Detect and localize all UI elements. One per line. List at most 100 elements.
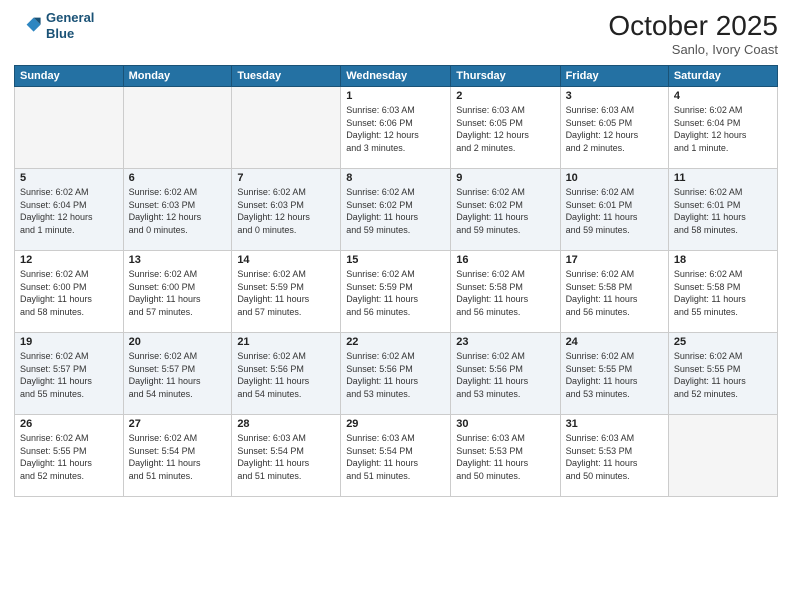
- day-info: Sunrise: 6:02 AM Sunset: 6:01 PM Dayligh…: [566, 186, 663, 236]
- day-info: Sunrise: 6:02 AM Sunset: 5:55 PM Dayligh…: [20, 432, 118, 482]
- col-sunday: Sunday: [15, 66, 124, 87]
- table-row: 4Sunrise: 6:02 AM Sunset: 6:04 PM Daylig…: [668, 87, 777, 169]
- table-row: 21 Sunrise: 6:02 AM Sunset: 5:56 PM Dayli…: [232, 333, 341, 415]
- day-info: Sunrise: 6:02 AM Sunset: 5:58 PM Dayligh…: [566, 268, 663, 318]
- table-row: [15, 87, 124, 169]
- table-row: 15Sunrise: 6:02 AM Sunset: 5:59 PM Dayli…: [341, 251, 451, 333]
- table-row: 18 Sunrise: 6:02 AM Sunset: 5:58 PM Dayli…: [668, 251, 777, 333]
- day-number: 9: [456, 172, 554, 184]
- day-number: 26: [20, 418, 118, 430]
- table-row: 31Sunrise: 6:03 AM Sunset: 5:53 PM Dayli…: [560, 415, 668, 497]
- calendar-week-row: 12 Sunrise: 6:02 AM Sunset: 6:00 PM Dayli…: [15, 251, 778, 333]
- day-number: 20: [129, 336, 227, 348]
- day-number: 4: [674, 90, 772, 102]
- day-number: 1: [346, 90, 445, 102]
- day-number: 21: [237, 336, 335, 348]
- day-number: 14: [237, 254, 335, 266]
- col-friday: Friday: [560, 66, 668, 87]
- title-block: October 2025 Sanlo, Ivory Coast: [608, 10, 778, 57]
- day-number: 19: [20, 336, 118, 348]
- day-info: Sunrise: 6:02 AM Sunset: 5:58 PM Dayligh…: [456, 268, 554, 318]
- day-number: 6: [129, 172, 227, 184]
- day-info: Sunrise: 6:02 AM Sunset: 6:02 PM Dayligh…: [346, 186, 445, 236]
- page: General Blue October 2025 Sanlo, Ivory C…: [0, 0, 792, 612]
- table-row: 25Sunrise: 6:02 AM Sunset: 5:55 PM Dayli…: [668, 333, 777, 415]
- day-number: 17: [566, 254, 663, 266]
- day-number: 12: [20, 254, 118, 266]
- calendar-body: 1 Sunrise: 6:03 AM Sunset: 6:06 PM Daylig…: [15, 87, 778, 497]
- day-info: Sunrise: 6:02 AM Sunset: 6:02 PM Dayligh…: [456, 186, 554, 236]
- day-info: Sunrise: 6:02 AM Sunset: 5:55 PM Dayligh…: [674, 350, 772, 400]
- table-row: 8 Sunrise: 6:02 AM Sunset: 6:02 PM Daylig…: [341, 169, 451, 251]
- table-row: 20Sunrise: 6:02 AM Sunset: 5:57 PM Dayli…: [123, 333, 232, 415]
- day-number: 28: [237, 418, 335, 430]
- calendar-week-row: 1 Sunrise: 6:03 AM Sunset: 6:06 PM Daylig…: [15, 87, 778, 169]
- logo-line1: General: [46, 10, 94, 26]
- col-monday: Monday: [123, 66, 232, 87]
- logo: General Blue: [14, 10, 94, 41]
- table-row: 9 Sunrise: 6:02 AM Sunset: 6:02 PM Daylig…: [451, 169, 560, 251]
- day-info: Sunrise: 6:02 AM Sunset: 6:03 PM Dayligh…: [237, 186, 335, 236]
- calendar-week-row: 19Sunrise: 6:02 AM Sunset: 5:57 PM Dayli…: [15, 333, 778, 415]
- day-info: Sunrise: 6:02 AM Sunset: 5:56 PM Dayligh…: [346, 350, 445, 400]
- calendar-header: Sunday Monday Tuesday Wednesday Thursday…: [15, 66, 778, 87]
- table-row: 30 Sunrise: 6:03 AM Sunset: 5:53 PM Dayli…: [451, 415, 560, 497]
- day-info: Sunrise: 6:02 AM Sunset: 5:59 PM Dayligh…: [346, 268, 445, 318]
- day-number: 10: [566, 172, 663, 184]
- table-row: 16Sunrise: 6:02 AM Sunset: 5:58 PM Dayli…: [451, 251, 560, 333]
- day-number: 8: [346, 172, 445, 184]
- day-number: 24: [566, 336, 663, 348]
- logo-icon: [14, 12, 42, 40]
- day-info: Sunrise: 6:03 AM Sunset: 5:53 PM Dayligh…: [456, 432, 554, 482]
- table-row: 12 Sunrise: 6:02 AM Sunset: 6:00 PM Dayli…: [15, 251, 124, 333]
- day-info: Sunrise: 6:02 AM Sunset: 5:54 PM Dayligh…: [129, 432, 227, 482]
- day-number: 23: [456, 336, 554, 348]
- calendar-week-row: 5Sunrise: 6:02 AM Sunset: 6:04 PM Daylig…: [15, 169, 778, 251]
- logo-line2: Blue: [46, 26, 94, 42]
- table-row: 22 Sunrise: 6:02 AM Sunset: 5:56 PM Dayli…: [341, 333, 451, 415]
- table-row: 2Sunrise: 6:03 AM Sunset: 6:05 PM Daylig…: [451, 87, 560, 169]
- day-info: Sunrise: 6:02 AM Sunset: 6:00 PM Dayligh…: [20, 268, 118, 318]
- table-row: [123, 87, 232, 169]
- day-info: Sunrise: 6:03 AM Sunset: 6:06 PM Dayligh…: [346, 104, 445, 154]
- col-tuesday: Tuesday: [232, 66, 341, 87]
- location: Sanlo, Ivory Coast: [608, 42, 778, 57]
- day-info: Sunrise: 6:03 AM Sunset: 5:54 PM Dayligh…: [237, 432, 335, 482]
- day-info: Sunrise: 6:02 AM Sunset: 5:56 PM Dayligh…: [237, 350, 335, 400]
- table-row: 5Sunrise: 6:02 AM Sunset: 6:04 PM Daylig…: [15, 169, 124, 251]
- day-info: Sunrise: 6:02 AM Sunset: 6:03 PM Dayligh…: [129, 186, 227, 236]
- col-thursday: Thursday: [451, 66, 560, 87]
- day-info: Sunrise: 6:02 AM Sunset: 5:58 PM Dayligh…: [674, 268, 772, 318]
- table-row: [668, 415, 777, 497]
- day-info: Sunrise: 6:02 AM Sunset: 6:00 PM Dayligh…: [129, 268, 227, 318]
- col-wednesday: Wednesday: [341, 66, 451, 87]
- table-row: 7 Sunrise: 6:02 AM Sunset: 6:03 PM Daylig…: [232, 169, 341, 251]
- table-row: 6 Sunrise: 6:02 AM Sunset: 6:03 PM Daylig…: [123, 169, 232, 251]
- table-row: 28 Sunrise: 6:03 AM Sunset: 5:54 PM Dayli…: [232, 415, 341, 497]
- table-row: 1 Sunrise: 6:03 AM Sunset: 6:06 PM Daylig…: [341, 87, 451, 169]
- day-info: Sunrise: 6:03 AM Sunset: 5:53 PM Dayligh…: [566, 432, 663, 482]
- header: General Blue October 2025 Sanlo, Ivory C…: [14, 10, 778, 57]
- logo-text: General Blue: [46, 10, 94, 41]
- table-row: 29 Sunrise: 6:03 AM Sunset: 5:54 PM Dayli…: [341, 415, 451, 497]
- table-row: 24Sunrise: 6:02 AM Sunset: 5:55 PM Dayli…: [560, 333, 668, 415]
- table-row: 27 Sunrise: 6:02 AM Sunset: 5:54 PM Dayli…: [123, 415, 232, 497]
- col-saturday: Saturday: [668, 66, 777, 87]
- day-number: 18: [674, 254, 772, 266]
- days-header-row: Sunday Monday Tuesday Wednesday Thursday…: [15, 66, 778, 87]
- day-number: 22: [346, 336, 445, 348]
- table-row: 11Sunrise: 6:02 AM Sunset: 6:01 PM Dayli…: [668, 169, 777, 251]
- month-title: October 2025: [608, 10, 778, 42]
- day-number: 7: [237, 172, 335, 184]
- day-info: Sunrise: 6:03 AM Sunset: 6:05 PM Dayligh…: [456, 104, 554, 154]
- day-number: 3: [566, 90, 663, 102]
- day-number: 27: [129, 418, 227, 430]
- day-info: Sunrise: 6:03 AM Sunset: 5:54 PM Dayligh…: [346, 432, 445, 482]
- calendar: Sunday Monday Tuesday Wednesday Thursday…: [14, 65, 778, 497]
- day-number: 29: [346, 418, 445, 430]
- day-number: 30: [456, 418, 554, 430]
- day-number: 11: [674, 172, 772, 184]
- table-row: [232, 87, 341, 169]
- day-info: Sunrise: 6:02 AM Sunset: 5:56 PM Dayligh…: [456, 350, 554, 400]
- day-number: 13: [129, 254, 227, 266]
